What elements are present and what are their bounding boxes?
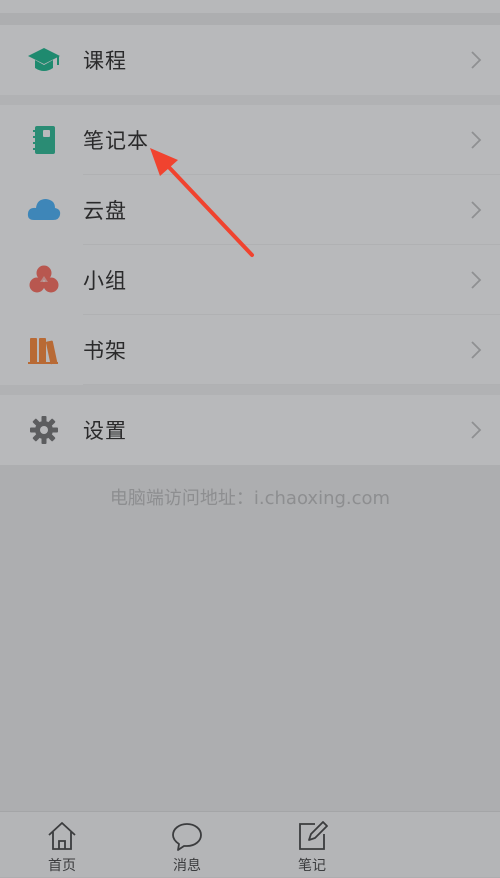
- menu-item-cloud[interactable]: 云盘: [0, 175, 500, 245]
- menu-item-notebook[interactable]: 笔记本: [0, 105, 500, 175]
- group-icon: [26, 262, 62, 298]
- menu-item-settings[interactable]: 设置: [0, 395, 500, 465]
- menu-item-settings-label: 设置: [83, 419, 127, 443]
- notebook-icon: [26, 122, 62, 158]
- section-gap: [0, 95, 500, 105]
- menu-item-bookshelf-label: 书架: [83, 339, 127, 363]
- tab-notes-label: 笔记: [298, 858, 326, 874]
- section-gap: [0, 385, 500, 395]
- cloud-icon: [26, 192, 62, 228]
- menu-item-course[interactable]: 课程: [0, 25, 500, 95]
- menu-item-notebook-label: 笔记本: [83, 129, 149, 153]
- chevron-right-icon: [471, 271, 482, 289]
- menu-item-bookshelf[interactable]: 书架: [0, 315, 500, 385]
- home-icon: [48, 822, 76, 850]
- chevron-right-icon: [471, 341, 482, 359]
- tab-messages-label: 消息: [173, 858, 201, 874]
- chevron-right-icon: [471, 51, 482, 69]
- menu-item-course-label: 课程: [83, 49, 127, 73]
- gear-icon: [26, 412, 62, 448]
- graduation-cap-icon: [26, 42, 62, 78]
- menu-item-group-label: 小组: [83, 269, 127, 293]
- chevron-right-icon: [471, 421, 482, 439]
- chevron-right-icon: [471, 131, 482, 149]
- menu-item-cloud-label: 云盘: [83, 199, 127, 223]
- bottom-tab-bar: 首页 消息 笔记: [0, 811, 500, 877]
- tab-notes[interactable]: 笔记: [272, 812, 352, 878]
- books-icon: [26, 332, 62, 368]
- tab-home[interactable]: 首页: [22, 812, 102, 878]
- web-access-address: 电脑端访问地址：i.chaoxing.com: [109, 488, 391, 509]
- chat-bubble-icon: [172, 823, 202, 851]
- tab-messages[interactable]: 消息: [147, 812, 227, 878]
- edit-note-icon: [299, 821, 328, 850]
- chevron-right-icon: [471, 201, 482, 219]
- menu-item-group[interactable]: 小组: [0, 245, 500, 315]
- top-strip: [0, 0, 500, 13]
- tab-home-label: 首页: [48, 858, 76, 874]
